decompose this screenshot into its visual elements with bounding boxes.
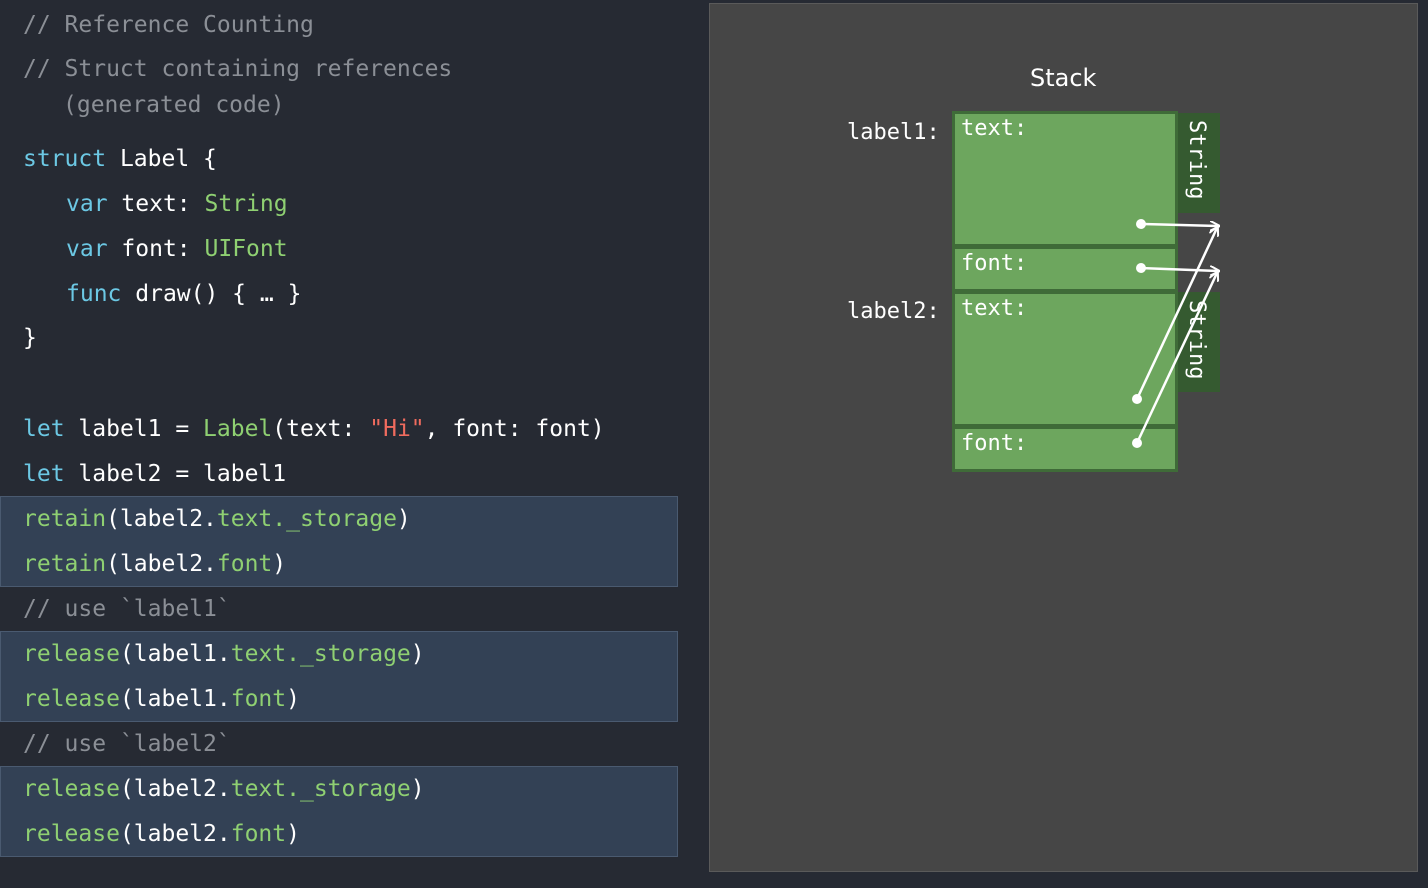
let-keyword: let	[23, 461, 65, 487]
comment-struct-references: // Struct containing references	[23, 56, 453, 82]
draw-signature: draw() { … }	[135, 281, 302, 307]
struct-close-brace: }	[23, 325, 37, 351]
storage-prop: _storage	[299, 776, 411, 802]
text-prop: text.	[230, 641, 300, 667]
retain-call: retain	[23, 551, 107, 577]
release-label2-text-storage: release(label2.text._storage)	[23, 774, 425, 804]
release-call: release	[23, 776, 120, 802]
label2-font-cell: font:	[952, 426, 1178, 472]
string-heap-label-1: String	[1184, 120, 1209, 200]
retain-call: retain	[23, 506, 107, 532]
label2-ref: label2.	[119, 551, 217, 577]
release-label1-font: release(label1.font)	[23, 684, 300, 714]
label1-ref: label1.	[133, 686, 231, 712]
label1-var-label: label1:	[847, 120, 940, 145]
close-paren: )	[286, 686, 300, 712]
open-paren: (	[119, 686, 134, 712]
open-paren: (	[119, 641, 134, 667]
font-prop: font	[216, 551, 273, 577]
draw-func-declaration: func draw() { … }	[66, 279, 301, 309]
text-prop: text.	[230, 776, 300, 802]
string-heap-label-2: String	[1184, 300, 1209, 380]
struct-name: Label {	[119, 146, 217, 172]
retain-label2-font: retain(label2.font)	[23, 549, 286, 579]
close-paren: )	[410, 776, 425, 802]
comment-generated-code: (generated code)	[63, 92, 285, 118]
var-keyword: var	[66, 191, 108, 217]
text-prop: text.	[216, 506, 287, 532]
font-field-declaration: var font: UIFont	[66, 234, 288, 264]
ctor-args-text: (text:	[272, 416, 356, 442]
font-field: font:	[121, 236, 191, 262]
release-label2-font: release(label2.font)	[23, 819, 300, 849]
text-cell-label: text:	[961, 296, 1028, 321]
open-paren: (	[119, 821, 134, 847]
var-keyword: var	[66, 236, 108, 262]
struct-declaration: struct Label {	[23, 144, 217, 174]
hi-string-literal: "Hi"	[369, 416, 425, 442]
label1-font-cell: font:	[952, 246, 1178, 292]
release-call: release	[23, 686, 120, 712]
comment-use-label1: // use `label1`	[23, 596, 231, 622]
close-paren: )	[396, 506, 411, 532]
string-type: String	[204, 191, 288, 217]
label2-assign: label2 = label1	[78, 461, 287, 487]
release-label1-text-storage: release(label1.text._storage)	[23, 639, 425, 669]
label1-text-cell: text:	[952, 111, 1178, 247]
storage-prop: _storage	[286, 506, 397, 532]
comment-use-label2: // use `label2`	[23, 731, 231, 757]
label1-declaration: let label1 = Label(text: "Hi", font: fon…	[23, 414, 605, 444]
close-paren: )	[410, 641, 425, 667]
label2-ref: label2.	[119, 506, 217, 532]
text-cell-label: text:	[961, 116, 1028, 141]
font-prop: font	[230, 686, 287, 712]
ctor-args-font: , font: font)	[424, 416, 605, 442]
release-call: release	[23, 821, 120, 847]
label2-declaration: let label2 = label1	[23, 459, 286, 489]
text-field-declaration: var text: String	[66, 189, 288, 219]
func-keyword: func	[66, 281, 122, 307]
open-paren: (	[106, 506, 120, 532]
label1-assign: label1 =	[78, 416, 190, 442]
text-field: text:	[121, 191, 191, 217]
stack-title: Stack	[1030, 64, 1097, 92]
close-paren: )	[272, 551, 287, 577]
let-keyword: let	[23, 416, 65, 442]
open-paren: (	[119, 776, 134, 802]
open-paren: (	[106, 551, 120, 577]
font-cell-label: font:	[961, 431, 1028, 456]
close-paren: )	[286, 821, 300, 847]
storage-prop: _storage	[299, 641, 411, 667]
label1-ref: label1.	[133, 641, 231, 667]
label2-ref: label2.	[133, 776, 231, 802]
uifont-type: UIFont	[204, 236, 288, 262]
font-cell-label: font:	[961, 251, 1028, 276]
label2-var-label: label2:	[847, 299, 940, 324]
label2-ref: label2.	[133, 821, 231, 847]
retain-label2-text-storage: retain(label2.text._storage)	[23, 504, 411, 534]
label-constructor: Label	[203, 416, 273, 442]
release-call: release	[23, 641, 120, 667]
label2-text-cell: text:	[952, 291, 1178, 427]
comment-reference-counting: // Reference Counting	[23, 12, 314, 38]
struct-keyword: struct	[23, 146, 107, 172]
font-prop: font	[230, 821, 287, 847]
